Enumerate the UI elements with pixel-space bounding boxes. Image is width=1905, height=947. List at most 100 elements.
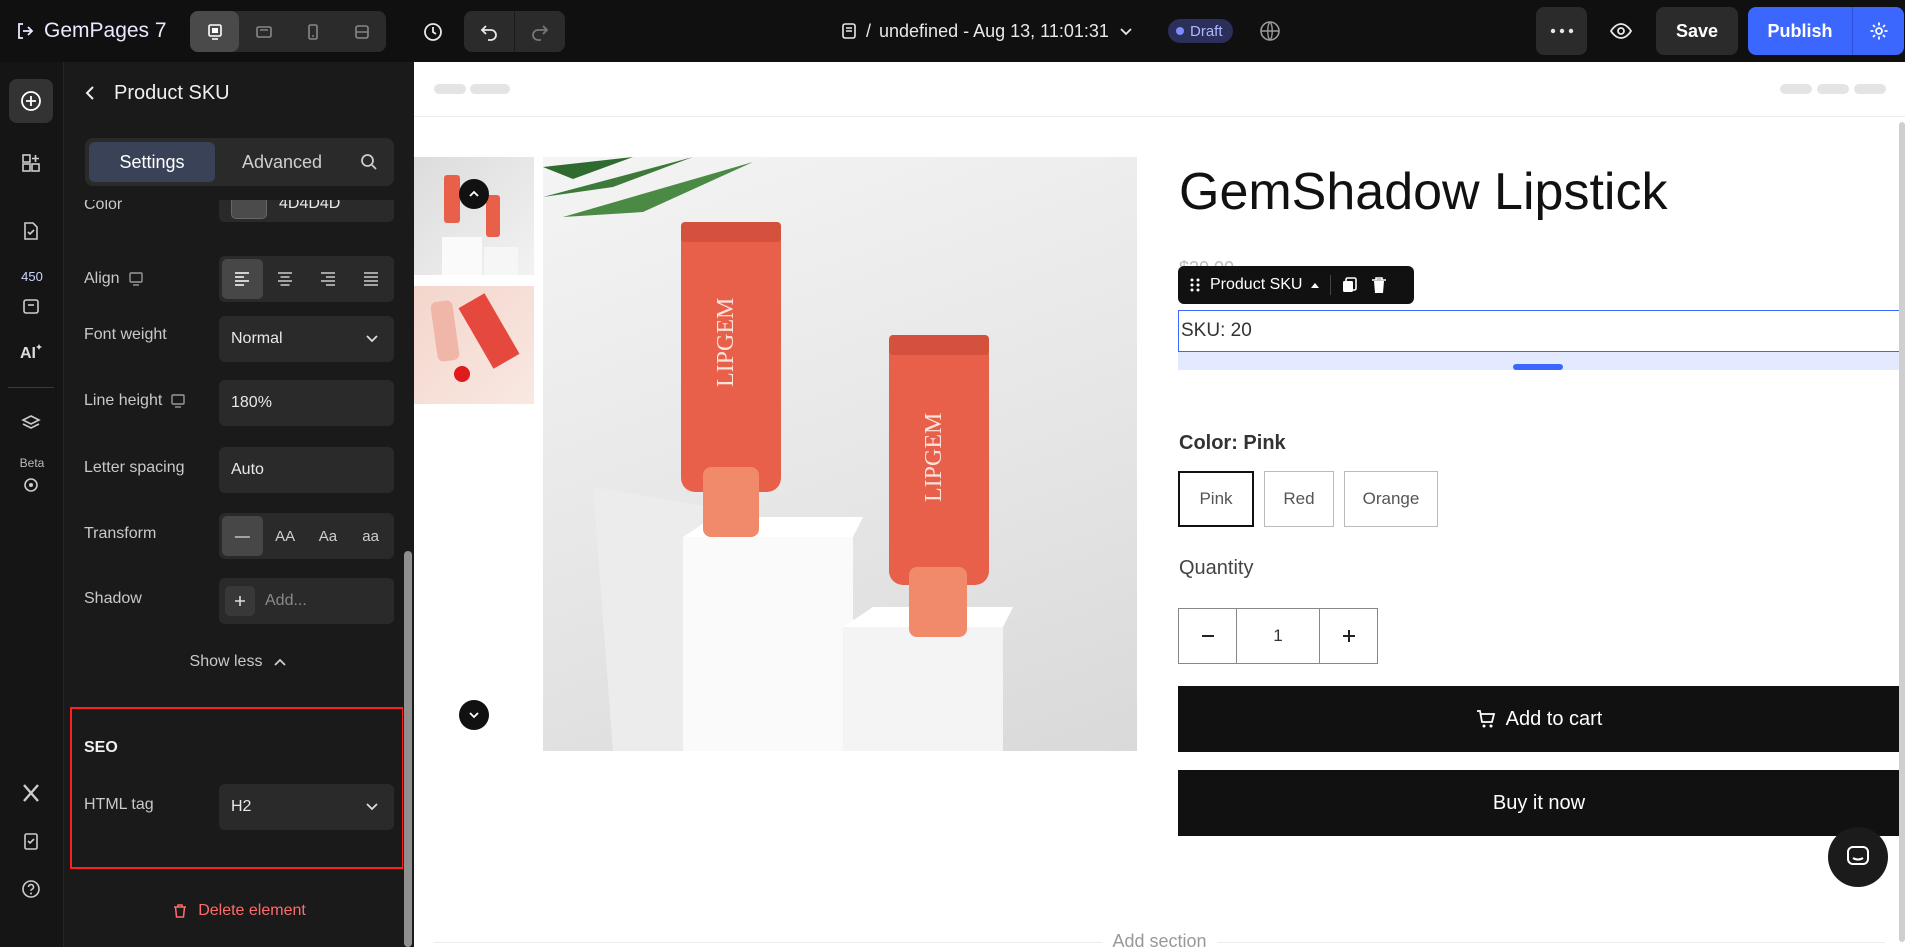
- inspector-button[interactable]: [9, 463, 53, 507]
- letter-spacing-label: Letter spacing: [84, 459, 185, 476]
- lipstick-product-image: LIPGEM LIPGEM: [543, 157, 1013, 751]
- settings-panel: Color 4D4D4D Align Font weight Normal Li…: [64, 62, 414, 947]
- header-placeholder: [1817, 84, 1849, 94]
- status-badge: Draft: [1168, 19, 1233, 43]
- duplicate-icon[interactable]: [1341, 276, 1359, 294]
- line-height-input[interactable]: 180%: [219, 380, 394, 426]
- history-button[interactable]: [412, 11, 453, 52]
- page-selector[interactable]: / undefined - Aug 13, 11:01:31: [840, 18, 1135, 44]
- back-button[interactable]: [76, 79, 104, 107]
- add-to-cart-button[interactable]: Add to cart: [1178, 686, 1900, 752]
- tab-advanced[interactable]: Advanced: [219, 142, 345, 182]
- redo-button[interactable]: [514, 11, 564, 52]
- tasks-button[interactable]: [9, 819, 53, 863]
- desktop-view-button[interactable]: [190, 11, 239, 52]
- align-left-button[interactable]: [222, 259, 263, 299]
- page-icon: [842, 23, 856, 39]
- shadow-add-field[interactable]: Add...: [219, 578, 394, 624]
- align-justify-button[interactable]: [350, 259, 391, 299]
- variant-option-red[interactable]: Red: [1264, 471, 1334, 527]
- add-element-button[interactable]: [9, 79, 53, 123]
- document-icon: [24, 222, 38, 240]
- undo-button[interactable]: [464, 11, 514, 52]
- variant-option-orange[interactable]: Orange: [1344, 471, 1438, 527]
- show-less-button[interactable]: Show less: [64, 653, 414, 671]
- quantity-decrease-button[interactable]: [1179, 609, 1236, 663]
- align-right-button[interactable]: [308, 259, 349, 299]
- add-to-cart-label: Add to cart: [1505, 707, 1603, 730]
- sku-resize-handle[interactable]: [1513, 364, 1563, 370]
- preview-button[interactable]: [1596, 7, 1646, 55]
- help-icon: [22, 880, 40, 898]
- status-badge-label: Draft: [1190, 22, 1223, 40]
- ai-sparkle-icon: AI: [20, 344, 42, 362]
- letter-spacing-value: Auto: [231, 461, 264, 478]
- transform-none-button[interactable]: —: [222, 516, 263, 556]
- tab-settings[interactable]: Settings: [89, 142, 215, 182]
- caret-up-icon[interactable]: [1310, 281, 1320, 289]
- header-placeholder: [470, 84, 510, 94]
- sections-button[interactable]: [9, 141, 53, 185]
- help-button[interactable]: [9, 867, 53, 911]
- html-tag-select[interactable]: H2: [219, 784, 394, 830]
- globe-icon[interactable]: [1258, 19, 1282, 43]
- pages-button[interactable]: [9, 209, 53, 253]
- mobile-view-button[interactable]: [288, 11, 337, 52]
- cart-icon: [1476, 710, 1495, 728]
- quantity-input[interactable]: 1: [1236, 609, 1320, 663]
- ai-button[interactable]: AI: [9, 330, 53, 374]
- save-button[interactable]: Save: [1656, 7, 1738, 55]
- add-section-button[interactable]: Add section: [414, 931, 1905, 947]
- tablet-landscape-view-button[interactable]: [239, 11, 288, 52]
- apps-button[interactable]: [9, 284, 53, 328]
- align-left-icon: [235, 272, 250, 286]
- minus-icon: [1201, 635, 1214, 637]
- panel-scrollbar-thumb[interactable]: [404, 551, 412, 947]
- undo-icon: [480, 24, 497, 41]
- thumbnail-next-button[interactable]: [459, 700, 489, 730]
- layers-icon: [21, 415, 41, 429]
- transform-segmented: — AA Aa aa: [219, 513, 394, 559]
- canvas-scrollbar[interactable]: [1899, 122, 1905, 942]
- editor-canvas[interactable]: LIPGEM LIPGEM GemShadow Lipstick $20.00 …: [414, 62, 1905, 947]
- xray-button[interactable]: [9, 771, 53, 815]
- logo-text: GemPages 7: [44, 19, 167, 42]
- product-thumbnail[interactable]: [414, 286, 534, 404]
- publish-button[interactable]: Publish: [1748, 7, 1852, 55]
- search-icon[interactable]: [359, 152, 379, 172]
- delete-element-button[interactable]: Delete element: [64, 902, 414, 920]
- chevron-up-icon: [274, 658, 287, 666]
- letter-spacing-input[interactable]: Auto: [219, 447, 394, 493]
- product-main-image[interactable]: LIPGEM LIPGEM: [543, 157, 1137, 751]
- buy-now-button[interactable]: Buy it now: [1178, 770, 1900, 836]
- more-options-button[interactable]: [1536, 7, 1587, 55]
- svg-text:LIPGEM: LIPGEM: [713, 298, 739, 387]
- drag-handle-icon[interactable]: [1190, 277, 1200, 293]
- rail-divider: [8, 387, 54, 388]
- transform-capitalize-button[interactable]: Aa: [308, 516, 349, 556]
- product-title[interactable]: GemShadow Lipstick: [1179, 162, 1667, 222]
- desktop-icon: [207, 23, 222, 40]
- lipstick-thumbnail-image: [442, 175, 518, 275]
- left-icon-rail: 450 AI Beta: [0, 62, 64, 947]
- element-toolbar[interactable]: Product SKU: [1178, 266, 1414, 304]
- trash-icon[interactable]: [1371, 276, 1387, 294]
- show-less-label: Show less: [189, 653, 263, 670]
- transform-uppercase-button[interactable]: AA: [265, 516, 306, 556]
- transform-lowercase-button[interactable]: aa: [350, 516, 391, 556]
- product-thumbnail[interactable]: [414, 157, 534, 275]
- quantity-increase-button[interactable]: [1320, 609, 1377, 663]
- thumbnail-prev-button[interactable]: [459, 179, 489, 209]
- product-sku[interactable]: SKU: 20: [1178, 310, 1900, 352]
- layers-button[interactable]: [9, 402, 53, 446]
- publish-settings-button[interactable]: [1852, 7, 1904, 55]
- toolbar-divider: [1330, 275, 1332, 295]
- panel-tabs: Settings Advanced: [85, 138, 394, 186]
- variant-option-pink[interactable]: Pink: [1178, 471, 1254, 527]
- custom-view-button[interactable]: [337, 11, 386, 52]
- align-center-button[interactable]: [265, 259, 306, 299]
- chat-support-button[interactable]: [1828, 827, 1888, 887]
- logo[interactable]: GemPages 7: [16, 17, 167, 45]
- font-weight-select[interactable]: Normal: [219, 316, 394, 362]
- shadow-placeholder: Add...: [265, 592, 307, 609]
